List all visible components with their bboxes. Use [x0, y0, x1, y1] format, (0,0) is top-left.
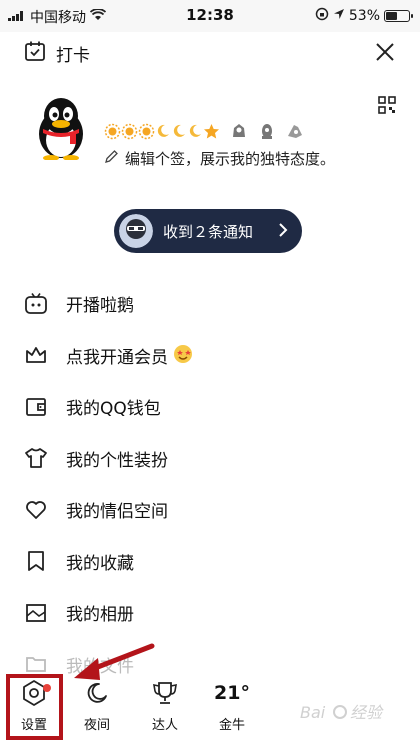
checkin-button[interactable]: 打卡: [24, 40, 90, 67]
battery-icon: [384, 10, 413, 22]
battery-percent: 53%: [348, 8, 380, 24]
crown-icon: [24, 343, 48, 367]
menu-item-live[interactable]: 开播啦鹅: [0, 278, 420, 330]
pointer-arrow-icon: [60, 640, 160, 694]
menu-item-theme[interactable]: 我的个性装扮: [0, 433, 420, 485]
svg-text:经验: 经验: [350, 703, 384, 722]
sun-icon: [121, 123, 138, 144]
moon-icon: [171, 123, 187, 143]
game-badge-icon: [286, 122, 304, 144]
qr-code-button[interactable]: [378, 96, 396, 118]
weather-temperature: 21°: [214, 682, 250, 704]
weather-location: 金牛: [218, 718, 245, 733]
close-icon: [376, 43, 394, 61]
profile-section: 编辑个签，展示我的独特态度。: [0, 92, 420, 172]
weather-widget[interactable]: 21° 金牛: [202, 678, 262, 733]
penguin-avatar-icon: [39, 98, 83, 161]
menu-item-album[interactable]: 我的相册: [0, 587, 420, 639]
highlight-box: [6, 674, 63, 740]
calendar-check-icon: [24, 40, 46, 67]
checkin-label: 打卡: [56, 46, 90, 66]
svg-text:Bai: Bai: [300, 703, 326, 722]
signature-row[interactable]: 编辑个签，展示我的独特态度。: [104, 148, 335, 169]
moon-icon: [155, 123, 171, 143]
photo-icon: [24, 601, 48, 625]
pencil-icon: [104, 149, 119, 168]
qr-code-icon: [378, 96, 396, 114]
menu-item-label: 点我开通会员: [66, 347, 168, 368]
avatar[interactable]: [34, 96, 88, 161]
tv-icon: [24, 292, 48, 316]
shirt-icon: [24, 446, 48, 470]
menu-item-label: 我的个性装扮: [66, 450, 168, 471]
menu-item-couple[interactable]: 我的情侣空间: [0, 484, 420, 536]
menu-item-label: 我的收藏: [66, 553, 134, 574]
status-right: 53%: [315, 7, 413, 25]
menu-item-vip[interactable]: 点我开通会员: [0, 330, 420, 382]
sun-icon: [104, 123, 121, 144]
notification-button[interactable]: 收到２条通知: [114, 209, 302, 253]
emoji-star-eyes-icon: [172, 342, 194, 369]
level-badges[interactable]: [104, 122, 304, 144]
bookmark-icon: [24, 549, 48, 573]
menu-item-label: 我的QQ钱包: [66, 399, 161, 420]
night-label: 夜间: [83, 718, 110, 733]
drawer-header: 打卡: [0, 36, 420, 70]
menu-item-label: 开播啦鹅: [66, 296, 134, 317]
sun-icon: [138, 123, 155, 144]
battery-fill: [386, 12, 397, 20]
menu-item-favorites[interactable]: 我的收藏: [0, 536, 420, 588]
expert-label: 达人: [151, 718, 178, 733]
wallet-icon: [24, 395, 48, 419]
location-icon: [333, 8, 345, 24]
notification-text: 收到２条通知: [163, 222, 254, 241]
star-icon: [203, 123, 220, 144]
rotation-lock-icon: [315, 7, 329, 25]
rocket-badge-icon: [258, 122, 276, 144]
menu-list: 开播啦鹅 点我开通会员 我的QQ钱包 我的个性装扮 我的情侣空间 我的收藏 我的…: [0, 278, 420, 690]
chevron-right-icon: [278, 222, 288, 242]
close-button[interactable]: [372, 39, 398, 65]
status-bar: 中国移动 12:38 53%: [0, 0, 420, 32]
menu-item-label: 我的相册: [66, 605, 134, 626]
vip-badge-icon: [230, 122, 248, 144]
notification-avatar: [119, 214, 153, 248]
menu-item-label: 我的情侣空间: [66, 502, 168, 523]
heart-icon: [24, 498, 48, 522]
signature-text: 编辑个签，展示我的独特态度。: [125, 150, 336, 168]
moon-icon: [187, 123, 203, 143]
baidu-watermark: Bai 经验: [300, 700, 390, 729]
menu-item-wallet[interactable]: 我的QQ钱包: [0, 381, 420, 433]
